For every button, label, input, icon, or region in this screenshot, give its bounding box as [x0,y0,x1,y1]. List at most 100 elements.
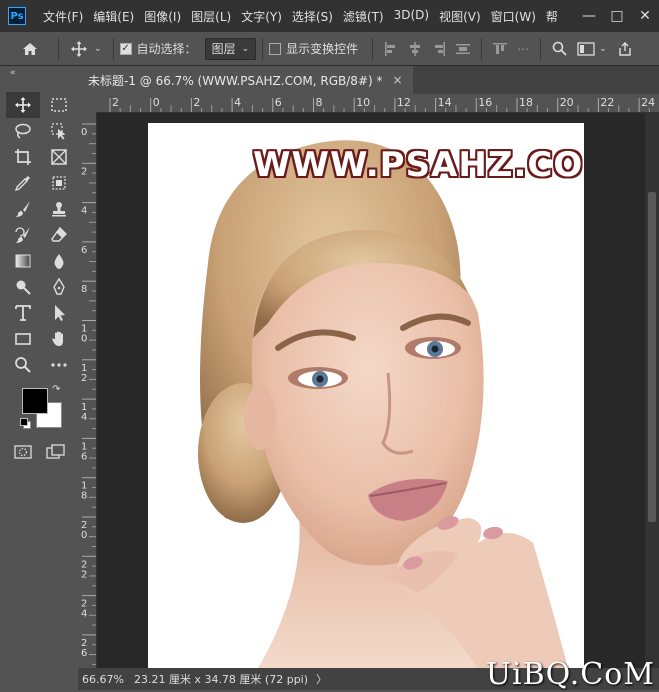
pen-tool-icon[interactable] [42,274,76,300]
document-size: 23.21 厘米 x 34.78 厘米 (72 ppi) [133,673,309,686]
menu-bar: Ps 文件(F) 编辑(E) 图像(I) 图层(L) 文字(Y) 选择(S) 滤镜(T) 3D… [0,0,659,32]
share-icon[interactable] [612,32,638,65]
auto-select-label: 自动选择： [136,42,197,56]
status-menu-arrow[interactable]: 〉 [316,671,327,687]
menu-item[interactable]: 文件(F) [38,8,88,25]
close-button[interactable]: ✕ [631,0,659,32]
crop-tool-icon[interactable] [6,144,40,170]
zoom-level[interactable]: 66.67% [82,673,124,686]
move-tool-icon[interactable] [6,92,40,118]
brush-tool-icon[interactable] [6,196,40,222]
photoshop-logo: Ps [8,7,26,25]
ruler-label: 0 [153,96,160,109]
show-transform-label: 显示变换控件 [286,42,359,56]
search-icon[interactable] [547,32,572,65]
maximize-button[interactable]: □ [603,0,631,32]
window-controls: — □ ✕ [575,0,659,32]
ruler-label: 4 [234,96,241,109]
auto-select-checkbox[interactable]: ✓ [119,42,132,55]
menu-item[interactable]: 帮 [541,8,563,25]
tools-panel: « ↷ [0,66,79,690]
more-icon[interactable]: ⋯ [512,32,534,65]
object-selection-tool-icon[interactable] [42,118,76,144]
zoom-tool-icon[interactable] [6,352,40,378]
ruler-label: 0 [81,127,87,138]
dodge-tool-icon[interactable] [6,274,40,300]
rectangle-tool-icon[interactable] [6,326,40,352]
frame-tool-icon[interactable] [42,144,76,170]
ruler-label: 10 [356,96,370,109]
ruler-label: 18 [519,96,533,109]
history-brush-icon[interactable] [6,222,40,248]
ruler-label: 0 [81,334,87,345]
site-brand: UiBQ.CoM [485,657,655,692]
workspace-icon[interactable]: ⌄ [572,32,612,65]
foreground-color-swatch[interactable] [22,388,48,414]
document-tab-title: 未标题-1 @ 66.7% (WWW.PSAHZ.COM, RGB/8#) * [88,73,383,88]
ruler-label: 4 [81,609,87,620]
align-left-icon[interactable] [379,32,403,65]
ruler-label: 4 [81,206,87,217]
marquee-tool-icon[interactable] [42,92,76,118]
eyedropper-tool-icon[interactable] [6,170,40,196]
ruler-origin[interactable] [78,94,97,113]
stamp-tool-icon[interactable] [42,196,76,222]
document-canvas[interactable]: WWW.PSAHZ.COM [148,123,584,668]
menu-item[interactable]: 选择(S) [287,8,338,25]
menu-item[interactable]: 3D(D) [389,8,434,25]
blur-tool-icon[interactable] [42,248,76,274]
chevron-down-icon: ⌄ [241,43,250,54]
ruler-label: 2 [112,96,119,109]
eraser-tool-icon[interactable] [42,222,76,248]
document-tab[interactable]: 未标题-1 @ 66.7% (WWW.PSAHZ.COM, RGB/8#) * … [78,66,413,94]
gradient-tool-icon[interactable] [6,248,40,274]
menu-item[interactable]: 文字(Y) [236,8,287,25]
align-top-icon[interactable] [488,32,512,65]
move-tool-preset-icon[interactable]: ⌄ [65,32,107,65]
spot-healing-icon[interactable] [42,170,76,196]
ruler-label: 22 [600,96,614,109]
chevron-down-icon: ⌄ [94,43,102,54]
vertical-scrollbar[interactable] [645,112,659,668]
type-tool-icon[interactable] [6,300,40,326]
close-tab-icon[interactable]: × [393,73,403,87]
align-right-icon[interactable] [427,32,451,65]
path-selection-icon[interactable] [42,300,76,326]
ruler-label: 6 [81,451,87,462]
ruler-label: 6 [275,96,282,109]
ruler-label: 0 [81,530,87,541]
menu-item[interactable]: 编辑(E) [88,8,139,25]
collapse-toolbar-icon[interactable]: « [0,66,78,80]
ruler-label: 6 [81,648,87,659]
ruler-label: 8 [316,96,323,109]
auto-select-value: 图层 [211,42,236,56]
minimize-button[interactable]: — [575,0,603,32]
align-center-icon[interactable] [403,32,427,65]
horizontal-ruler[interactable]: 2 0 2 4 6 8 10 12 14 16 18 20 22 24 [96,94,659,113]
ruler-label: 2 [193,96,200,109]
auto-select-dropdown[interactable]: 图层 ⌄ [204,37,257,60]
menu-item[interactable]: 图层(L) [186,8,236,25]
swap-colors-icon[interactable]: ↷ [52,384,60,395]
show-transform-checkbox[interactable] [269,42,282,55]
canvas-area[interactable]: 2 0 2 4 6 8 10 12 14 16 18 20 22 24 02468101214161820… [78,94,659,668]
hand-tool-icon[interactable] [42,326,76,352]
scrollbar-thumb[interactable] [648,192,656,522]
vertical-ruler[interactable]: 0246810121416182022242628 [78,112,97,668]
status-bar: 66.67% 23.21 厘米 x 34.78 厘米 (72 ppi) 〉 Ui… [78,657,659,692]
menu-item[interactable]: 窗口(W) [486,8,541,25]
distribute-icon[interactable] [451,32,475,65]
default-colors-icon[interactable] [20,418,31,429]
home-icon[interactable] [0,32,52,65]
menu-item[interactable]: 视图(V) [434,8,486,25]
quick-mask-icon[interactable] [14,444,32,463]
separator [540,37,542,60]
lasso-tool-icon[interactable] [6,118,40,144]
separator [112,37,114,60]
screen-mode-icon[interactable] [46,444,66,463]
ruler-label: 12 [397,96,411,109]
menu-item[interactable]: 图像(I) [139,8,186,25]
menu-item[interactable]: 滤镜(T) [338,8,389,25]
more-tools-icon[interactable] [42,352,76,378]
ruler-label: 2 [81,569,87,580]
